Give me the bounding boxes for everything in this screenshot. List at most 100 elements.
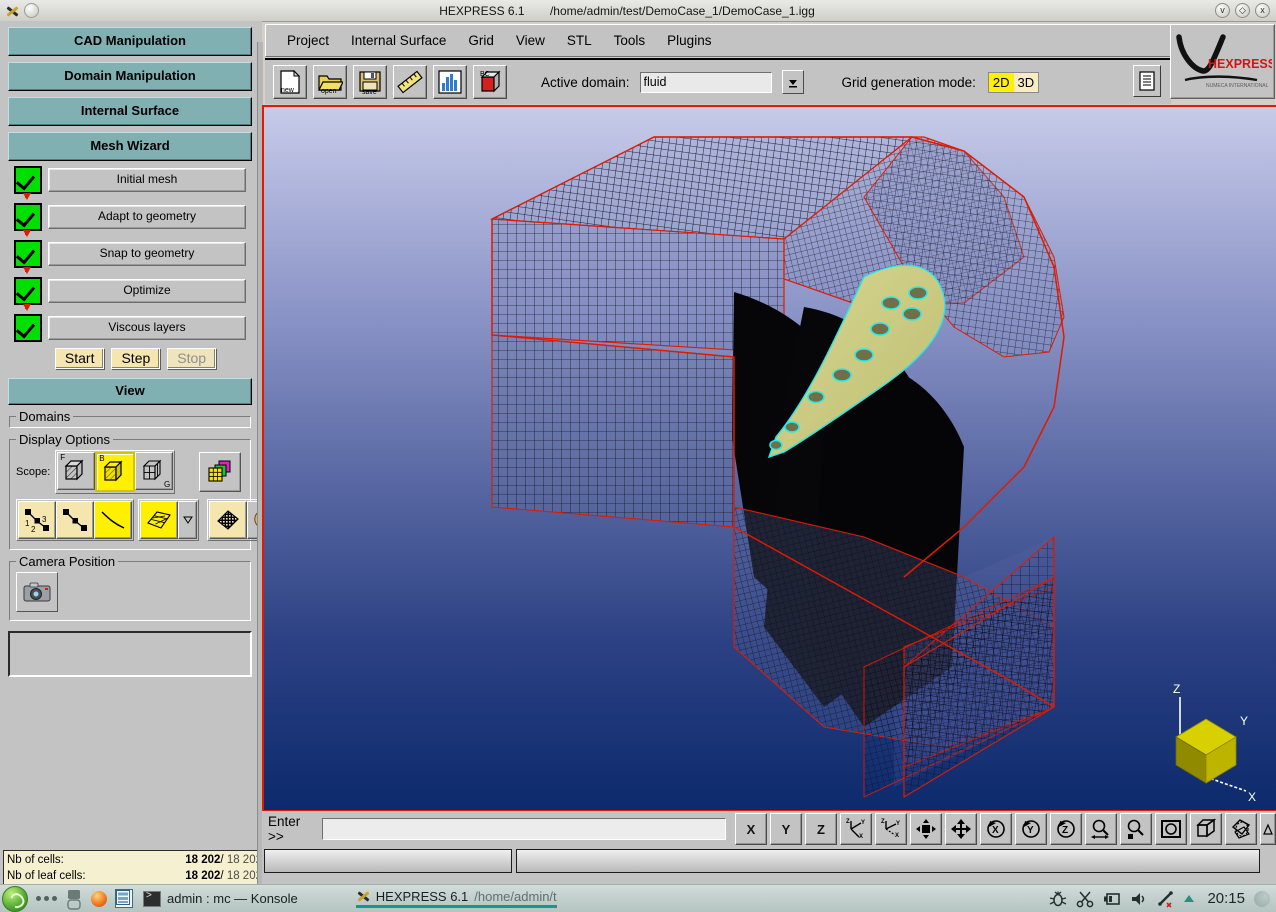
menu-view[interactable]: View [505,31,556,50]
new-file-icon[interactable]: new [273,65,307,99]
step-button[interactable]: Step [111,348,161,369]
ruler-icon[interactable] [393,65,427,99]
view-surface-button[interactable] [1225,813,1257,845]
solid-mesh-icon[interactable] [209,501,247,539]
sidebar-item-view[interactable]: View [8,378,252,405]
svg-text:Z: Z [1062,825,1068,836]
display-mode-row: 1 2 3 [16,499,287,541]
view-x-button[interactable]: X [735,813,767,845]
app-menu-dots-icon[interactable] [36,896,57,901]
numbered-edges-icon[interactable]: 1 2 3 [18,501,56,539]
active-domain-input[interactable] [639,71,772,93]
maximize-button[interactable]: ◇ [1235,3,1250,18]
check-icon[interactable] [14,314,42,342]
svg-text:Z: Z [846,819,850,825]
edges-icon[interactable] [56,501,94,539]
wizard-step-snap-to-geometry[interactable]: Snap to geometry [14,240,257,268]
scope-block-icon[interactable]: B [95,452,136,492]
opensuse-start-icon[interactable] [2,885,28,912]
sidebar-item-internal-surface[interactable]: Internal Surface [8,97,252,126]
wizard-step-label[interactable]: Initial mesh [48,168,246,192]
view-axonometric-2-button[interactable]: Z YX [875,813,907,845]
check-icon[interactable] [14,166,42,194]
check-icon[interactable] [14,203,42,231]
taskbar-clock[interactable]: 20:15 [1207,890,1245,907]
volume-icon[interactable] [1130,891,1148,907]
window-menu-button[interactable] [24,3,39,18]
camera-icon[interactable] [16,572,58,612]
battery-icon[interactable] [1103,891,1121,907]
wizard-step-optimize[interactable]: Optimize [14,277,257,305]
start-button[interactable]: Start [54,348,105,369]
view-more-button[interactable] [1260,813,1276,845]
rotate-y-button[interactable]: Y [1015,813,1047,845]
histogram-icon[interactable] [433,65,467,99]
surface-mesh-icon[interactable] [140,501,178,539]
zoom-button[interactable] [1085,813,1117,845]
view-cube-button[interactable] [1190,813,1222,845]
view-z-button[interactable]: Z [805,813,837,845]
boundary-conditions-icon[interactable]: BC [473,65,507,99]
taskbar-task-konsole[interactable]: admin : mc — Konsole [143,890,298,907]
scope-row: Scope: F B G [16,450,244,494]
left-sidebar: CAD Manipulation Domain Manipulation Int… [0,21,287,905]
view-pan-button[interactable] [945,813,977,845]
wizard-step-label[interactable]: Optimize [48,279,246,303]
rotate-x-button[interactable]: X [980,813,1012,845]
grid-mode-2d-option[interactable]: 2D [988,72,1014,92]
chevron-down-icon[interactable] [781,70,804,94]
zoom-box-button[interactable] [1120,813,1152,845]
minimize-button[interactable]: v [1215,3,1230,18]
sidebar-item-cad-manipulation[interactable]: CAD Manipulation [8,27,252,56]
scissors-icon[interactable] [1076,890,1094,908]
file-manager-icon[interactable] [115,889,133,908]
wizard-step-initial-mesh[interactable]: Initial mesh [14,166,257,194]
menu-internal-surface[interactable]: Internal Surface [340,31,457,50]
layers-icon[interactable] [199,452,242,492]
view-reset-button[interactable] [1155,813,1187,845]
3d-viewport[interactable]: Z Y X [262,105,1276,812]
close-button[interactable]: x [1255,3,1270,18]
command-prompt-label: Enter >> [268,814,301,844]
taskbar-task-label: HEXPRESS 6.1 [375,889,469,904]
hexpress-application-window: HEXPRESS 6.1 /home/admin/test/DemoCase_1… [0,0,1276,912]
check-icon[interactable] [14,240,42,268]
menu-grid[interactable]: Grid [457,31,505,50]
bug-icon[interactable] [1049,890,1067,908]
wizard-step-label[interactable]: Viscous layers [48,316,246,340]
scope-grid-icon[interactable]: G [135,452,174,490]
grid-mode-3d-option[interactable]: 3D [1014,73,1039,92]
view-fit-button[interactable] [910,813,942,845]
show-hidden-icon[interactable] [1184,895,1195,902]
scope-face-icon[interactable]: F [57,452,96,490]
save-icon[interactable]: save [353,65,387,99]
session-icon[interactable] [1254,890,1270,907]
command-row: Enter >> X Y Z ZYX Z Y X X Y Z [262,811,1276,847]
wizard-step-adapt-to-geometry[interactable]: Adapt to geometry [14,203,257,231]
command-input[interactable] [321,818,726,840]
axis-orientation-indicator: Z Y X [1173,682,1256,804]
wizard-step-label[interactable]: Snap to geometry [48,242,246,266]
check-icon[interactable] [14,277,42,305]
taskbar-task-hexpress[interactable]: HEXPRESS 6.1 /home/admin/t [355,889,557,908]
sidebar-item-mesh-wizard[interactable]: Mesh Wizard [8,132,252,161]
stat-current: 18 202 [185,870,221,882]
menu-plugins[interactable]: Plugins [656,31,722,50]
document-list-icon[interactable] [1133,65,1161,97]
firefox-icon[interactable] [91,890,107,907]
view-y-button[interactable]: Y [770,813,802,845]
sidebar-item-domain-manipulation[interactable]: Domain Manipulation [8,62,252,91]
menu-tools[interactable]: Tools [603,31,657,50]
open-folder-icon[interactable]: open [313,65,347,99]
rotate-z-button[interactable]: Z [1050,813,1082,845]
dropdown-arrow-icon[interactable] [178,501,197,539]
camera-position-group: Camera Position [9,554,251,621]
wizard-step-label[interactable]: Adapt to geometry [48,205,246,229]
menu-stl[interactable]: STL [556,31,603,50]
menu-project[interactable]: Project [276,31,340,50]
bluetooth-off-icon[interactable] [1157,890,1175,908]
window-list-icon[interactable] [65,889,83,910]
curve-icon[interactable] [94,501,132,539]
view-axonometric-1-button[interactable]: Z Y X [840,813,872,845]
wizard-step-viscous-layers[interactable]: Viscous layers [14,314,257,342]
